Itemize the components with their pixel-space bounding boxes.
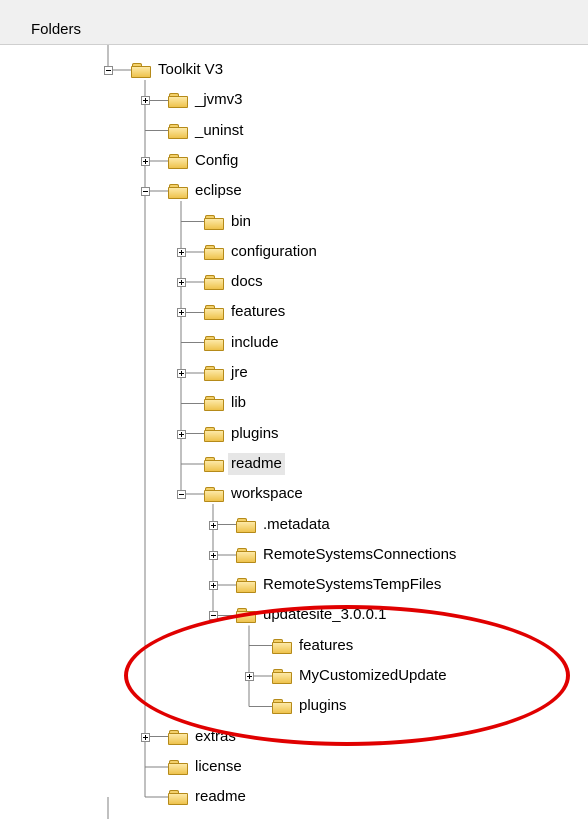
tree-node-jvmv3[interactable]: _jvmv3 bbox=[168, 87, 246, 113]
tree-node-label: Config bbox=[195, 151, 239, 169]
tree-node-label: eclipse bbox=[195, 182, 242, 200]
folder-icon bbox=[168, 759, 188, 775]
tree-node-label: bin bbox=[231, 212, 252, 230]
folder-icon bbox=[168, 184, 188, 200]
tree-node-eclipse[interactable]: eclipse bbox=[168, 178, 245, 204]
tree-node-label: jre bbox=[231, 364, 248, 381]
tree-node-label: .metadata bbox=[263, 515, 330, 533]
red-highlight-ellipse bbox=[124, 605, 570, 746]
tree-node-label: configuration bbox=[231, 242, 317, 260]
tree-node-label: license bbox=[195, 757, 242, 775]
plus-box-icon[interactable] bbox=[177, 278, 186, 288]
tree-node-remotesystemstempfiles[interactable]: RemoteSystemsTempFiles bbox=[236, 572, 444, 598]
tree-node-label: readme bbox=[195, 788, 246, 806]
tree-node-label: docs bbox=[231, 273, 263, 291]
plus-box-icon[interactable] bbox=[177, 308, 186, 318]
tree-node-label: workspace bbox=[231, 485, 303, 503]
plus-box-icon[interactable] bbox=[177, 247, 186, 257]
tree-node-jre[interactable]: jre bbox=[204, 360, 251, 386]
tree-node-include[interactable]: include bbox=[204, 330, 282, 356]
folder-icon bbox=[204, 487, 224, 503]
tree-node-workspace[interactable]: workspace bbox=[204, 481, 306, 507]
tree-node-configuration[interactable]: configuration bbox=[204, 239, 320, 265]
plus-box-icon[interactable] bbox=[177, 429, 186, 439]
tree-node-label: readme bbox=[228, 452, 285, 475]
folder-icon bbox=[204, 366, 224, 381]
folder-icon bbox=[204, 275, 224, 291]
tree-node-docs[interactable]: docs bbox=[204, 269, 266, 295]
tree-node-label: include bbox=[231, 333, 279, 351]
minus-box-icon[interactable] bbox=[104, 66, 113, 75]
tree-node-label: features bbox=[231, 303, 286, 321]
tree-node-lib[interactable]: lib bbox=[204, 390, 249, 416]
folder-icon bbox=[168, 790, 188, 806]
folder-icon bbox=[204, 305, 224, 321]
tree-node-readme[interactable]: readme bbox=[168, 784, 249, 810]
tree-node-toolkit-v3[interactable]: Toolkit V3 bbox=[131, 57, 226, 83]
plus-box-icon[interactable] bbox=[177, 369, 186, 378]
folder-icon bbox=[236, 578, 256, 594]
folder-icon bbox=[204, 426, 224, 442]
tree-node-features[interactable]: features bbox=[204, 299, 288, 325]
plus-box-icon[interactable] bbox=[141, 156, 150, 166]
tree-node-config[interactable]: Config bbox=[168, 148, 241, 174]
minus-box-icon[interactable] bbox=[141, 187, 150, 197]
plus-box-icon[interactable] bbox=[209, 581, 218, 591]
tree-node-label: plugins bbox=[231, 424, 279, 442]
plus-box-icon[interactable] bbox=[141, 732, 150, 742]
tree-node-bin[interactable]: bin bbox=[204, 209, 254, 235]
tree-node-remotesystemsconnections[interactable]: RemoteSystemsConnections bbox=[236, 542, 459, 568]
tree-node-license[interactable]: license bbox=[168, 754, 245, 780]
tree-node-uninst[interactable]: _uninst bbox=[168, 118, 246, 144]
folder-icon bbox=[168, 93, 188, 109]
folder-icon bbox=[204, 396, 224, 412]
tree-node-label: _jvmv3 bbox=[195, 91, 243, 109]
plus-box-icon[interactable] bbox=[209, 550, 218, 560]
folder-icon bbox=[204, 456, 224, 472]
folder-icon bbox=[204, 214, 224, 230]
folder-icon bbox=[168, 123, 188, 139]
minus-box-icon[interactable] bbox=[177, 490, 186, 500]
tree-node-label: lib bbox=[231, 394, 247, 412]
tree-node-metadata[interactable]: .metadata bbox=[236, 512, 333, 538]
folder-icon bbox=[168, 729, 188, 745]
folder-icon bbox=[131, 63, 151, 78]
plus-box-icon[interactable] bbox=[141, 96, 150, 106]
tree-node-label: RemoteSystemsTempFiles bbox=[263, 576, 442, 594]
folder-icon bbox=[204, 335, 224, 351]
tree-node-label: _uninst bbox=[195, 121, 244, 139]
tree-node-plugins[interactable]: plugins bbox=[204, 421, 282, 447]
folder-icon bbox=[168, 153, 188, 169]
tree-node-readme[interactable]: readme bbox=[204, 451, 285, 477]
tree-node-label: Toolkit V3 bbox=[158, 61, 224, 78]
plus-box-icon[interactable] bbox=[209, 520, 218, 530]
folder-icon bbox=[236, 547, 256, 563]
folder-icon bbox=[204, 244, 224, 260]
folder-icon bbox=[236, 517, 256, 533]
tree-node-label: RemoteSystemsConnections bbox=[263, 545, 457, 563]
